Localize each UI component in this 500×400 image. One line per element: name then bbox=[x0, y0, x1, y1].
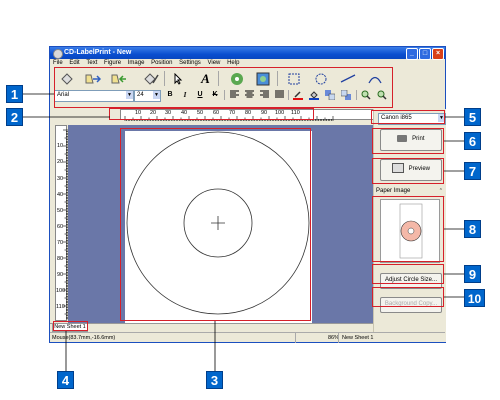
callout-1: 1 bbox=[6, 85, 23, 103]
callout-3: 3 bbox=[206, 371, 223, 389]
callout-5: 5 bbox=[464, 108, 481, 126]
callout-10: 10 bbox=[464, 289, 485, 307]
callout-2: 2 bbox=[6, 108, 23, 126]
callout-leader-lines bbox=[23, 93, 464, 374]
callout-6: 6 bbox=[464, 132, 481, 150]
callout-4: 4 bbox=[57, 371, 74, 389]
callout-8: 8 bbox=[464, 220, 481, 238]
callout-9: 9 bbox=[464, 265, 481, 283]
callout-7: 7 bbox=[464, 162, 481, 180]
